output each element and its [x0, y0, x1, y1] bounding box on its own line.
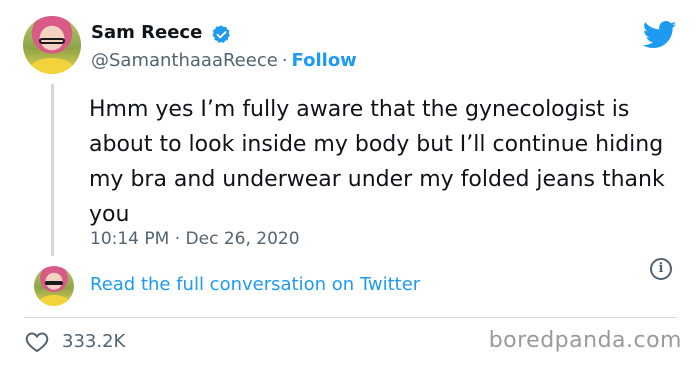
author-avatar[interactable] [23, 16, 81, 74]
like-count: 333.2K [62, 331, 126, 352]
heart-icon[interactable] [25, 331, 49, 353]
conversation-avatar[interactable] [34, 266, 74, 306]
info-icon[interactable]: i [650, 258, 672, 280]
avatar-shirt [38, 294, 70, 306]
avatar-glasses [45, 281, 63, 286]
handle-row: @SamanthaaaReece · Follow [91, 50, 357, 71]
follow-button[interactable]: Follow [292, 50, 357, 71]
author-handle[interactable]: @SamanthaaaReece [91, 50, 278, 71]
read-conversation-link[interactable]: Read the full conversation on Twitter [90, 274, 420, 295]
verified-badge-icon [212, 25, 230, 43]
avatar-glasses [39, 38, 65, 44]
divider [24, 317, 677, 318]
separator-dot: · [281, 50, 288, 71]
avatar-shirt [29, 57, 75, 74]
tweet-text: Hmm yes I’m fully aware that the gynecol… [89, 97, 665, 227]
tweet-timestamp[interactable]: 10:14 PM · Dec 26, 2020 [90, 229, 300, 249]
author-name[interactable]: Sam Reece [91, 22, 202, 43]
watermark: boredpanda.com [488, 328, 682, 353]
thread-line [51, 84, 54, 256]
twitter-bird-icon[interactable] [643, 20, 677, 50]
